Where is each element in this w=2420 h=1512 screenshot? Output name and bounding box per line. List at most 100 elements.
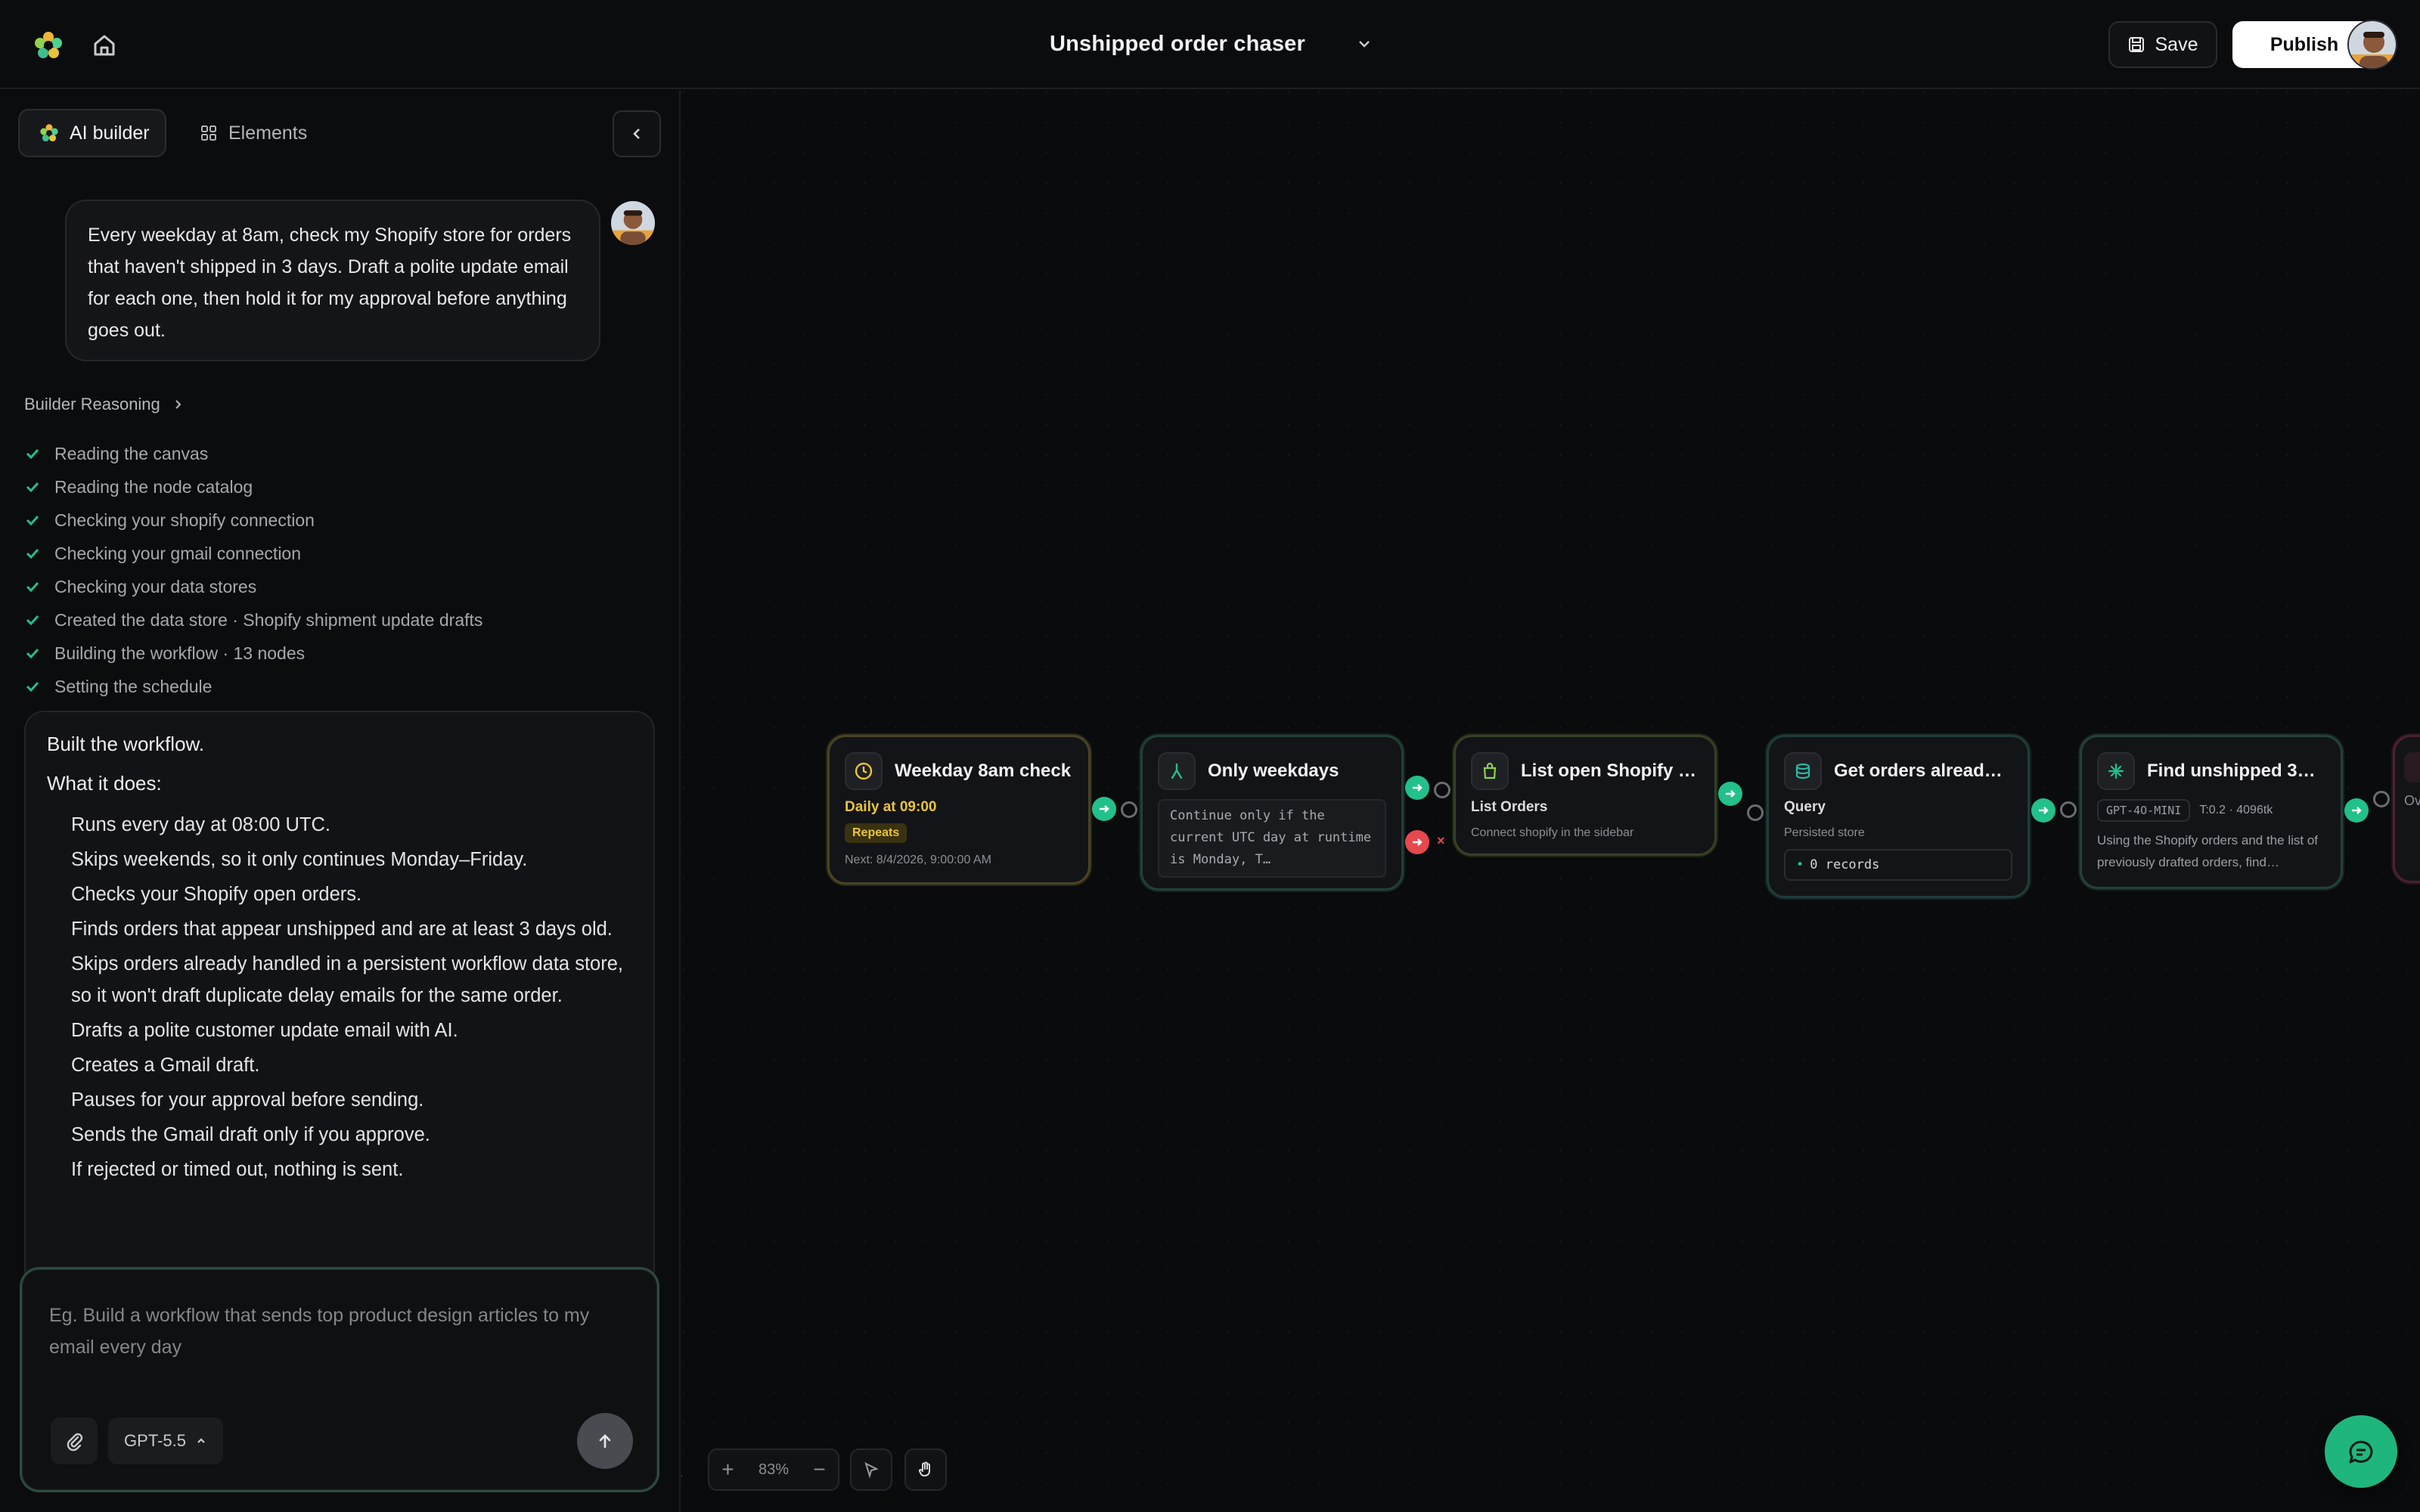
user-avatar[interactable]	[2347, 20, 2397, 70]
prompt-input[interactable]	[49, 1300, 631, 1375]
tab-elements-label: Elements	[228, 122, 308, 144]
workflow-node-ai[interactable]: Find unshipped 3+ d… GPT-4O-MINI T:0.2 ·…	[2080, 735, 2343, 889]
zoom-out-icon[interactable]: −	[813, 1458, 825, 1482]
check-icon	[26, 515, 39, 526]
node-input-port[interactable]	[1434, 782, 1450, 798]
collapse-panel-button[interactable]	[613, 110, 661, 157]
reasoning-step-text: Building the workflow · 13 nodes	[54, 643, 306, 663]
tab-ai-builder[interactable]: AI builder	[18, 109, 166, 157]
arrow-right-icon	[1726, 790, 1736, 798]
response-list: Runs every day at 08:00 UTC. Skips weeke…	[47, 809, 632, 1185]
reasoning-step: Reading the canvas	[24, 437, 644, 470]
zoom-in-icon[interactable]: +	[721, 1458, 734, 1482]
message-avatar	[611, 201, 655, 245]
check-icon	[26, 581, 39, 593]
arrow-right-icon	[1100, 805, 1109, 813]
arrow-right-icon	[1413, 838, 1423, 846]
check-icon	[26, 548, 39, 559]
chevron-right-icon	[175, 400, 182, 409]
reasoning-step: Created the data store · Shopify shipmen…	[24, 603, 644, 637]
list-item: Checks your Shopify open orders.	[71, 884, 362, 905]
node-title: Find unshipped 3+ d…	[2147, 761, 2325, 781]
model-label: GPT-5.5	[124, 1431, 186, 1450]
list-item: Sends the Gmail draft only if you approv…	[71, 1124, 430, 1145]
node-action: Query	[1784, 799, 1826, 815]
builder-reasoning-label: Builder Reasoning	[24, 395, 160, 414]
home-icon[interactable]	[89, 30, 119, 60]
reasoning-steps: Reading the canvas Reading the node cata…	[24, 437, 644, 703]
reasoning-step: Checking your data stores	[24, 570, 644, 603]
node-output-port[interactable]	[2031, 798, 2055, 823]
condition-code: Continue only if the current UTC day at …	[1158, 799, 1386, 878]
node-title: Get orders already d…	[1834, 761, 2012, 781]
user-message-bubble: Every weekday at 8am, check my Shopify s…	[65, 200, 600, 361]
node-input-port[interactable]	[2060, 801, 2077, 818]
list-item: Creates a Gmail draft.	[71, 1055, 260, 1076]
workflow-node-trigger[interactable]: Weekday 8am check Daily at 09:00 Repeats…	[827, 735, 1091, 885]
save-button[interactable]: Save	[2108, 21, 2217, 68]
workflow-node-condition[interactable]: Only weekdays Continue only if the curre…	[1140, 735, 1404, 891]
workflow-node-shopify[interactable]: List open Shopify or… List Orders Connec…	[1454, 735, 1717, 856]
zoom-controls: + 83% −	[708, 1448, 839, 1491]
database-icon	[1784, 752, 1822, 790]
node-title: List open Shopify or…	[1521, 761, 1699, 781]
reasoning-step-text: Checking your gmail connection	[54, 543, 302, 563]
chat-bubble-icon	[2349, 1440, 2373, 1464]
check-icon	[26, 448, 39, 460]
workflow-title-dropdown[interactable]: Unshipped order chaser	[1050, 27, 1375, 60]
save-icon	[2128, 37, 2144, 52]
node-prompt-preview: Using the Shopify orders and the list of…	[2097, 833, 2318, 869]
node-input-port[interactable]	[1121, 801, 1137, 818]
select-tool-button[interactable]	[850, 1448, 892, 1491]
assistant-response-card: Built the workflow. What it does: Runs e…	[24, 711, 655, 1338]
ai-sparkle-icon	[2097, 752, 2135, 790]
node-false-port[interactable]	[1405, 830, 1429, 854]
ai-builder-panel: AI builder Elements Every weekday at 8am…	[0, 91, 681, 1512]
node-title: Only weekdays	[1208, 761, 1339, 781]
node-output-port[interactable]	[1718, 782, 1742, 806]
node-true-port[interactable]	[1405, 776, 1429, 800]
workflow-canvas[interactable]: Weekday 8am check Daily at 09:00 Repeats…	[682, 91, 2420, 1512]
cursor-icon	[864, 1462, 879, 1479]
check-icon	[26, 648, 39, 659]
pan-tool-button[interactable]	[904, 1448, 947, 1491]
list-item: Runs every day at 08:00 UTC.	[71, 814, 330, 835]
model-params: T:0.2 · 4096tk	[2199, 804, 2273, 816]
node-title: Weekday 8am check	[895, 761, 1072, 781]
list-item: Finds orders that appear unshipped and a…	[71, 919, 613, 940]
records-count-text: 0 records	[1810, 857, 1880, 872]
reasoning-step-text: Checking your data stores	[54, 576, 257, 596]
reasoning-step-text: Checking your shopify connection	[54, 510, 315, 530]
workflow-node-partial[interactable]: Ov	[2393, 735, 2420, 883]
response-title: Built the workflow.	[47, 733, 205, 755]
send-button[interactable]	[577, 1413, 633, 1469]
check-icon	[26, 681, 39, 692]
response-subtitle: What it does:	[47, 772, 162, 795]
chevron-up-icon	[197, 1438, 205, 1443]
app-logo-icon[interactable]	[33, 30, 64, 60]
clock-icon	[845, 752, 883, 790]
paperclip-icon	[67, 1433, 83, 1452]
node-icon	[2404, 752, 2420, 782]
attach-button[interactable]	[51, 1418, 98, 1464]
false-branch-marker: ×	[1437, 833, 1445, 848]
shopify-bag-icon	[1471, 752, 1509, 790]
chevron-left-icon	[633, 129, 640, 139]
arrow-up-icon	[599, 1434, 611, 1448]
save-label: Save	[2155, 33, 2198, 55]
node-output-port[interactable]	[1092, 797, 1116, 821]
tab-elements[interactable]: Elements	[182, 109, 333, 157]
workflow-node-datastore[interactable]: Get orders already d… Query Persisted st…	[1767, 735, 2030, 898]
reasoning-step-text: Setting the schedule	[54, 676, 213, 696]
support-chat-button[interactable]	[2325, 1415, 2397, 1488]
node-input-port[interactable]	[2373, 791, 2390, 807]
grid-icon	[201, 125, 216, 141]
top-bar: Unshipped order chaser Save Publish	[0, 0, 2420, 89]
node-input-port[interactable]	[1747, 804, 1764, 821]
sparkle-logo-icon	[40, 124, 58, 142]
reasoning-step-text: Reading the canvas	[54, 443, 209, 463]
model-selector[interactable]: GPT-5.5	[108, 1418, 223, 1464]
reasoning-step: Building the workflow · 13 nodes	[24, 637, 644, 670]
node-output-port[interactable]	[2344, 798, 2369, 823]
builder-reasoning-toggle[interactable]: Builder Reasoning	[24, 392, 185, 417]
